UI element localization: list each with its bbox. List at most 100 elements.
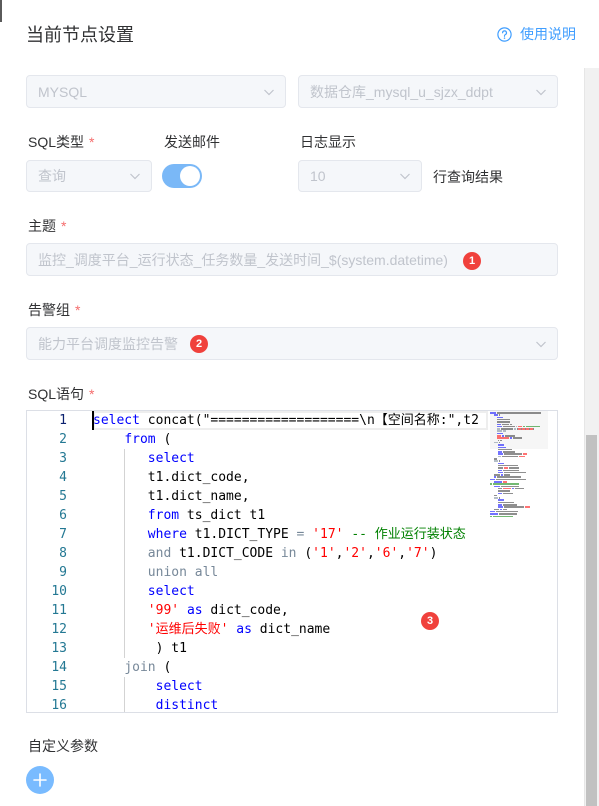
log-display-label: 日志显示 xyxy=(300,134,356,150)
minimap-line xyxy=(497,412,541,414)
sql-type-select[interactable]: 查询 xyxy=(26,160,152,192)
code-line: select xyxy=(93,677,203,696)
code-keyword: distinct xyxy=(155,698,219,712)
code-string: '1' xyxy=(312,546,336,561)
minimap-line xyxy=(490,515,492,518)
code-line: '99' as dict_code, xyxy=(93,601,289,620)
minimap-line xyxy=(512,487,514,490)
code-string: '99' xyxy=(147,603,180,618)
code-string: '2' xyxy=(343,546,367,561)
code-text: ( xyxy=(296,546,313,561)
alert-group-select[interactable]: 能力平台调度监控告警 xyxy=(26,327,558,360)
line-number: 2 xyxy=(59,432,67,447)
minimap-line xyxy=(490,483,492,485)
code-keyword: from xyxy=(124,432,156,447)
code-keyword: as xyxy=(186,603,203,618)
minimap[interactable] xyxy=(490,411,548,712)
code-comment: -- 作业运行装状态 xyxy=(351,527,466,542)
log-rows-suffix: 行查询结果 xyxy=(433,169,503,185)
minimap-line xyxy=(533,428,534,430)
datasource-type-value: MYSQL xyxy=(38,83,88,100)
required-mark: * xyxy=(61,218,67,234)
line-number: 5 xyxy=(59,489,67,504)
code-operator: join xyxy=(124,660,156,675)
custom-params-label: 自定义参数 xyxy=(28,738,98,754)
code-area[interactable]: select concat("===================\n【空间名… xyxy=(93,411,488,712)
code-text: concat("===================\n【空间名称:",t2 xyxy=(139,413,479,428)
code-text: ) xyxy=(429,546,438,561)
subject-label-text: 主题 xyxy=(28,218,56,234)
sql-editor[interactable]: 1 2 3 4 5 6 7 8 9 10 11 12 13 14 15 16 select concat("=… xyxy=(26,410,558,713)
code-keyword: select xyxy=(93,413,140,428)
code-text: , xyxy=(366,546,375,561)
code-line: select xyxy=(93,449,195,468)
plus-icon xyxy=(33,773,47,787)
code-text: , xyxy=(398,546,407,561)
code-line: t1.dict_code, xyxy=(93,468,250,487)
line-numbers-gutter: 1 2 3 4 5 6 7 8 9 10 11 12 13 14 15 16 xyxy=(27,411,67,712)
minimap-line xyxy=(503,430,506,432)
minimap-line xyxy=(498,455,501,458)
code-line: join ( xyxy=(93,658,171,677)
line-number: 15 xyxy=(51,679,67,694)
code-string: '运维后失败' xyxy=(147,622,229,637)
annotation-badge: 1 xyxy=(463,252,481,270)
code-string: '7' xyxy=(406,546,430,561)
code-operator: in xyxy=(280,546,297,561)
minimap-line xyxy=(493,515,513,518)
code-text: t1.dict_code, xyxy=(93,470,250,485)
code-line: select xyxy=(93,582,195,601)
code-text: dict_name xyxy=(251,622,331,637)
line-number: 3 xyxy=(59,451,67,466)
minimap-line xyxy=(519,455,525,458)
minimap-line xyxy=(510,437,512,439)
alert-group-label-text: 告警组 xyxy=(28,302,70,318)
help-label: 使用说明 xyxy=(520,26,576,42)
alert-group-label: 告警组 * xyxy=(28,301,80,319)
line-number: 10 xyxy=(51,584,67,599)
code-line: union all xyxy=(93,563,218,582)
scrollbar-thumb[interactable] xyxy=(586,435,597,806)
code-keyword: select xyxy=(147,451,195,466)
datasource-instance-value: 数据仓库_mysql_u_sjzx_ddpt xyxy=(310,83,493,100)
code-text: ( xyxy=(155,432,172,447)
datasource-instance-select[interactable]: 数据仓库_mysql_u_sjzx_ddpt xyxy=(298,75,558,108)
send-email-label: 发送邮件 xyxy=(164,134,220,150)
code-line: from ( xyxy=(93,430,171,449)
code-line: from ts_dict t1 xyxy=(93,506,265,525)
help-link[interactable]: 使用说明 xyxy=(497,25,576,43)
page-title: 当前节点设置 xyxy=(26,25,134,45)
code-operator: union all xyxy=(147,565,219,580)
code-line: distinct xyxy=(93,696,219,712)
minimap-line xyxy=(500,439,502,442)
sql-label-text: SQL语句 xyxy=(28,386,85,402)
code-text: ( xyxy=(155,660,172,675)
add-param-button[interactable] xyxy=(26,766,54,794)
line-number: 12 xyxy=(51,622,67,637)
code-text: dict_code, xyxy=(202,603,289,618)
line-number: 14 xyxy=(51,660,67,675)
code-keyword: select xyxy=(155,679,203,694)
send-email-toggle[interactable] xyxy=(162,164,202,188)
datasource-type-select[interactable]: MYSQL xyxy=(26,75,286,108)
code-string: '17' xyxy=(312,527,344,542)
code-text: t1.DICT_CODE xyxy=(171,546,281,561)
minimap-line xyxy=(502,455,518,458)
code-keyword: from xyxy=(147,508,180,523)
code-line: select concat("===================\n【空间名… xyxy=(93,411,479,430)
code-text: ts_dict t1 xyxy=(179,508,266,523)
code-string: '6' xyxy=(374,546,399,561)
log-rows-select[interactable]: 10 xyxy=(298,160,422,192)
code-keyword: select xyxy=(147,584,195,599)
code-line: '运维后失败' as dict_name xyxy=(93,620,330,639)
sql-type-label-text: SQL类型 xyxy=(28,134,85,150)
alert-group-value: 能力平台调度监控告警 xyxy=(38,335,178,352)
subject-label: 主题 * xyxy=(28,217,66,235)
